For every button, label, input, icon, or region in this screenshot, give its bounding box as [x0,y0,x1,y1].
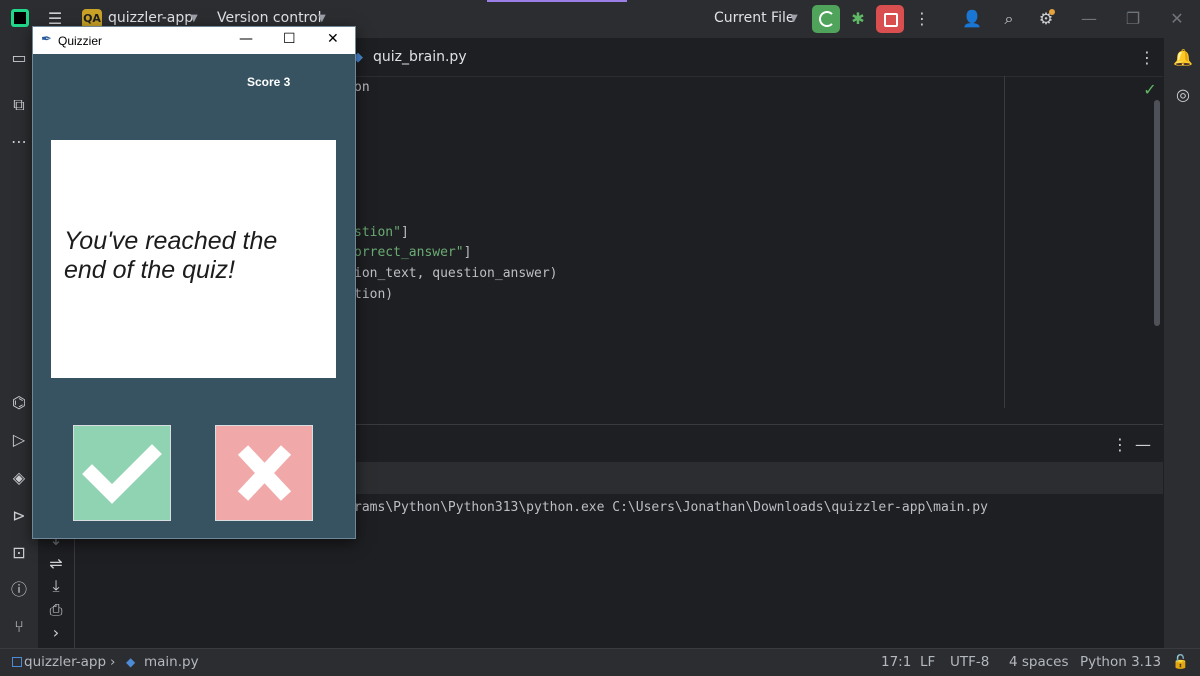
notifications-bell-icon[interactable]: 🔔 [1171,48,1195,68]
scroll-to-end-icon[interactable]: ⤓ [44,576,68,596]
code-token: ion_text, question_answer) [354,266,558,281]
quizzier-title-bar: ✒ Quizzier — ☐ ✕ [33,27,355,54]
score-label: Score 3 [247,75,291,89]
lock-icon[interactable]: 🔓 [1172,654,1189,670]
maximize-icon[interactable]: ☐ [283,31,296,47]
cursor-position[interactable]: 17:1 [881,654,911,670]
python-interpreter[interactable]: Python 3.13 [1080,654,1161,670]
expand-chevron-icon[interactable]: › [44,623,68,643]
window-title: Quizzier [58,34,103,48]
pycharm-logo-icon[interactable] [11,9,29,27]
tab-options-icon[interactable]: ⋮ [1135,48,1159,68]
code-line: ion_text, question_answer) [354,266,558,281]
line-separator[interactable]: LF [920,654,935,670]
search-icon[interactable]: ⌕ [997,9,1021,29]
soft-wrap-icon[interactable]: ⇌ [44,554,68,574]
add-user-icon[interactable]: 👤 [960,9,984,29]
close-icon[interactable]: ✕ [327,31,339,47]
code-token: ] [463,245,472,260]
code-token: ] [400,225,409,240]
ai-assistant-icon[interactable]: ◎ [1171,85,1195,105]
run-config-selector[interactable]: Current File [714,10,794,26]
file-encoding[interactable]: UTF-8 [950,654,989,670]
right-margin-guide [1004,76,1005,408]
close-icon[interactable]: ✕ [1165,9,1189,29]
status-bar: quizzler-app › ◆ main.py 17:1 LF UTF-8 4… [0,648,1200,676]
code-token: tion) [354,287,394,302]
code-line: tion) [354,287,393,302]
console-command: rams\Python\Python313\python.exe C:\User… [354,500,988,515]
version-control-menu[interactable]: Version control [217,10,321,26]
minimize-icon[interactable]: — [239,31,253,47]
services-icon[interactable]: ⊳ [7,506,31,526]
code-line: orrect_answer"] [354,245,471,260]
rerun-button[interactable] [812,5,840,33]
layers-icon[interactable]: ◈ [7,468,31,488]
minimize-icon[interactable]: — [1077,9,1101,29]
breadcrumb-project[interactable]: quizzler-app [24,654,106,670]
more-tools-icon[interactable]: ⋯ [7,132,31,152]
code-token: stion" [354,225,401,240]
code-token: on [354,80,370,95]
python-file-icon: ◆ [126,655,136,669]
code-token: orrect_answer" [354,245,464,260]
git-icon[interactable]: ⑂ [7,617,31,637]
more-options-icon[interactable]: ⋮ [1108,435,1132,455]
run-tool-icon[interactable]: ▷ [7,430,31,450]
update-dot-icon [1049,9,1055,15]
feather-icon: ✒ [41,32,52,47]
right-tool-strip: 🔔 ◎ [1163,38,1200,648]
question-text: You've reached the end of the quiz! [64,227,278,284]
title-accent-line [487,0,627,2]
terminal-icon[interactable]: ⊡ [7,543,31,563]
chevron-down-icon[interactable]: ▼ [790,13,798,24]
stop-button[interactable] [876,5,904,33]
inspection-ok-icon[interactable]: ✓ [1138,80,1162,100]
true-button[interactable] [73,425,171,521]
indent-setting[interactable]: 4 spaces [1009,654,1069,670]
check-mark-icon [82,444,162,504]
x-mark-icon [237,445,292,501]
chevron-down-icon[interactable]: ▼ [190,13,198,24]
code-line: stion"] [354,225,409,240]
problems-icon[interactable]: ⓘ [7,580,31,600]
print-icon[interactable]: ⎙ [44,600,68,620]
hide-panel-icon[interactable]: — [1131,435,1155,455]
breadcrumb-chevron-icon: › [110,654,116,670]
chevron-down-icon[interactable]: ▼ [318,13,326,24]
module-icon [12,657,22,667]
breadcrumb-file[interactable]: main.py [144,654,199,670]
false-button[interactable] [215,425,313,521]
project-name[interactable]: quizzler-app [108,10,193,26]
structure-icon[interactable]: ⧉ [7,95,31,115]
debug-icon[interactable]: ✱ [846,9,870,29]
folder-icon[interactable]: ▭ [7,48,31,68]
restore-icon[interactable]: ❐ [1121,9,1145,29]
more-actions-icon[interactable]: ⋮ [910,9,934,29]
python-console-icon[interactable]: ⌬ [7,393,31,413]
code-line: on [354,80,370,95]
quizzier-window: ✒ Quizzier — ☐ ✕ Score 3 You've reached … [32,26,356,539]
tab-label: quiz_brain.py [373,49,467,65]
editor-scrollbar[interactable] [1154,100,1160,326]
